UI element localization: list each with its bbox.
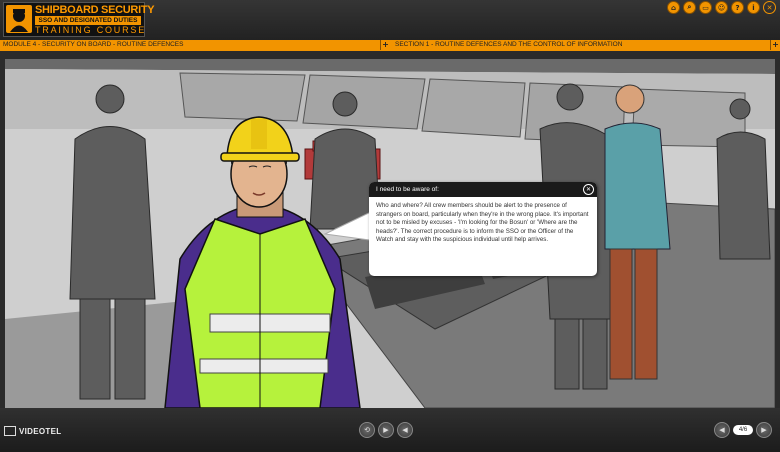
glossary-icon[interactable]: ☺ <box>715 1 728 14</box>
course-window: SHIPBOARD SECURITY SSO AND DESIGNATED DU… <box>0 0 780 452</box>
bubble-text: Who and where? All crew members should b… <box>376 202 589 244</box>
play-button[interactable]: ▶ <box>378 422 394 438</box>
home-icon[interactable]: ⌂ <box>667 1 680 14</box>
logo-course: TRAINING COURSE <box>35 25 147 35</box>
logo-title: SHIPBOARD SECURITY <box>35 4 155 16</box>
speech-bubble: I need to be aware of: ✕ Who and where? … <box>369 182 597 276</box>
section-title: SECTION 1 - ROUTINE DEFENCES AND THE CON… <box>395 41 623 48</box>
module-title: MODULE 4 - SECURITY ON BOARD - ROUTINE D… <box>3 41 184 48</box>
media-controls: ⟲ ▶ ◀ <box>359 422 413 438</box>
info-icon[interactable]: ▭ <box>699 1 712 14</box>
bridge-scene: I need to be aware of: ✕ Who and where? … <box>5 59 775 408</box>
help-icon[interactable]: ? <box>731 1 744 14</box>
header-bar: SHIPBOARD SECURITY SSO AND DESIGNATED DU… <box>0 0 780 40</box>
close-icon[interactable]: ✕ <box>763 1 776 14</box>
page-indicator: 4/6 <box>733 425 753 435</box>
logo-subtitle: SSO AND DESIGNATED DUTIES <box>35 16 141 25</box>
bubble-close-icon[interactable]: ✕ <box>583 184 594 195</box>
prev-page-button[interactable]: ◀ <box>714 422 730 438</box>
bubble-header: I need to be aware of: ✕ <box>369 182 597 197</box>
replay-button[interactable]: ⟲ <box>359 422 375 438</box>
videotel-mark-icon <box>4 426 16 436</box>
bubble-title: I need to be aware of: <box>376 186 439 193</box>
module-expand-button[interactable]: + <box>380 40 390 50</box>
section-expand-button[interactable]: + <box>770 40 780 50</box>
module-bar: MODULE 4 - SECURITY ON BOARD - ROUTINE D… <box>0 40 780 51</box>
print-icon[interactable]: i <box>747 1 760 14</box>
guard-icon <box>6 5 32 33</box>
audio-button[interactable]: ◀ <box>397 422 413 438</box>
toolbar-icons: ⌂ ⌕ ▭ ☺ ? i ✕ <box>667 1 776 14</box>
page-navigator: ◀ 4/6 ▶ <box>714 422 772 438</box>
videotel-logo: VIDEOTEL <box>4 426 61 436</box>
course-logo: SHIPBOARD SECURITY SSO AND DESIGNATED DU… <box>3 2 155 37</box>
next-page-button[interactable]: ▶ <box>756 422 772 438</box>
brand-name: VIDEOTEL <box>19 426 62 436</box>
search-icon[interactable]: ⌕ <box>683 1 696 14</box>
footer-bar: VIDEOTEL ⟲ ▶ ◀ ◀ 4/6 ▶ <box>0 408 780 452</box>
